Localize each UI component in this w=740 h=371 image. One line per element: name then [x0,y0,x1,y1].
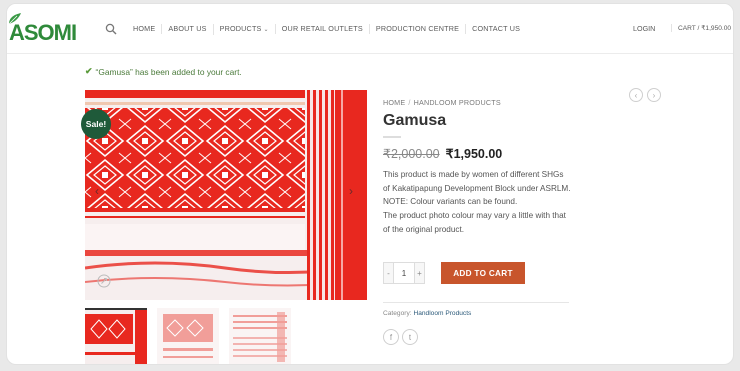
login-link[interactable]: LOGIN [633,24,655,33]
product-thumbnails [85,308,367,364]
quantity-decrease-button[interactable]: - [383,262,394,284]
facebook-icon[interactable]: f [383,329,399,345]
thumbnail-2-image [157,308,219,364]
title-divider [383,136,401,138]
site-logo[interactable]: ASOMI [7,13,77,46]
quantity-input[interactable]: 1 [394,262,414,284]
gallery-next-icon[interactable]: › [349,184,353,198]
nav-contact-us[interactable]: CONTACT US [465,24,526,34]
thumbnail-3[interactable] [229,308,291,364]
breadcrumb: HOME / HANDLOOM PRODUCTS [383,98,501,107]
next-product-icon[interactable]: › [647,88,661,102]
add-to-cart-button[interactable]: ADD TO CART [441,262,525,284]
site-header: ASOMI HOME ABOUT US PRODUCTS ⌄ OUR RETAIL… [7,4,733,54]
thumbnail-3-image [229,308,291,364]
category-label: Category: [383,310,412,317]
description-line: NOTE: Colour variants can be found. [383,197,518,207]
price-row: ₹2,000.00 ₹1,950.00 [383,146,502,161]
product-category: Category: Handloom Products [383,310,471,317]
nav-products-label: PRODUCTS [219,23,262,33]
check-icon: ✔ [85,66,93,76]
sale-badge: Sale! [81,109,111,139]
quantity-increase-button[interactable]: + [414,262,425,284]
product-description: This product is made by women of differe… [383,168,571,237]
cart-notice-text: “Gamusa” has been added to your cart. [95,66,242,77]
cart-link[interactable]: CART / ₹1,950.00 [671,24,731,32]
gamusa-fabric-image [85,90,367,300]
nav-retail-outlets[interactable]: OUR RETAIL OUTLETS [274,24,369,34]
zoom-icon[interactable] [97,274,111,288]
prev-product-icon[interactable]: ‹ [629,88,643,102]
gallery-prev-icon[interactable]: ‹ [95,184,99,198]
nav-products[interactable]: PRODUCTS ⌄ [212,23,275,35]
thumbnail-1-image [85,310,147,364]
thumbnail-2[interactable] [157,308,219,364]
sale-price: ₹1,950.00 [445,147,503,161]
browser-frame: ASOMI HOME ABOUT US PRODUCTS ⌄ OUR RETAIL… [6,3,734,365]
chevron-down-icon: ⌄ [263,26,269,33]
category-link[interactable]: Handloom Products [413,310,471,317]
quantity-stepper: - 1 + [383,262,425,284]
main-nav: HOME ABOUT US PRODUCTS ⌄ OUR RETAIL OUTLE… [105,23,526,35]
nav-home[interactable]: HOME [127,24,161,34]
product-main-image[interactable] [85,90,367,300]
logo-text: ASOMI [9,20,77,45]
nav-about-us[interactable]: ABOUT US [161,24,212,34]
share-buttons: f t [383,329,418,345]
cart-notice: ✔ “Gamusa” has been added to your cart. [85,66,242,77]
breadcrumb-separator: / [408,98,411,107]
twitter-icon[interactable]: t [402,329,418,345]
breadcrumb-home[interactable]: HOME [383,98,405,107]
description-line: The product photo colour may vary a litt… [383,211,566,234]
product-title: Gamusa [383,112,447,129]
original-price: ₹2,000.00 [383,147,440,161]
thumbnail-1[interactable] [85,308,147,364]
nav-production-centre[interactable]: PRODUCTION CENTRE [368,24,465,34]
description-line: This product is made by women of differe… [383,170,571,193]
breadcrumb-category[interactable]: HANDLOOM PRODUCTS [414,98,501,107]
divider [383,302,569,303]
search-icon[interactable] [105,23,117,35]
